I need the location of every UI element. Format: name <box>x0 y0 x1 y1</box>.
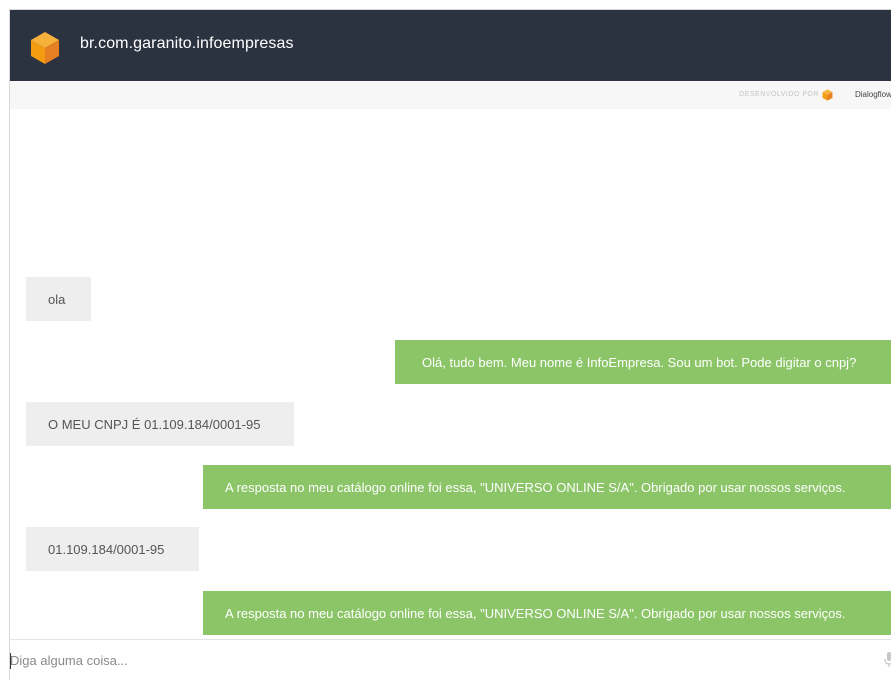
bot-message: A resposta no meu catálogo online foi es… <box>203 591 891 635</box>
microphone-icon[interactable] <box>884 652 891 668</box>
message-input[interactable] <box>10 653 610 668</box>
cube-logo-icon <box>31 32 59 64</box>
user-message: ola <box>26 277 91 321</box>
dialogflow-logo-icon <box>822 89 833 101</box>
powered-by-label: DESENVOLVIDO POR <box>739 91 819 98</box>
user-message: 01.109.184/0001-95 <box>26 527 199 571</box>
powered-by-bar: DESENVOLVIDO POR Dialogflow <box>10 81 891 109</box>
powered-by-brand[interactable]: Dialogflow <box>855 90 891 99</box>
user-message: O MEU CNPJ É 01.109.184/0001-95 <box>26 402 294 446</box>
message-input-bar <box>10 639 891 680</box>
bot-message: A resposta no meu catálogo online foi es… <box>203 465 891 509</box>
bot-message: Olá, tudo bem. Meu nome é InfoEmpresa. S… <box>395 340 891 384</box>
chat-window: br.com.garanito.infoempresas DESENVOLVID… <box>9 9 891 680</box>
chat-header: br.com.garanito.infoempresas <box>10 10 891 81</box>
app-title: br.com.garanito.infoempresas <box>80 35 294 52</box>
